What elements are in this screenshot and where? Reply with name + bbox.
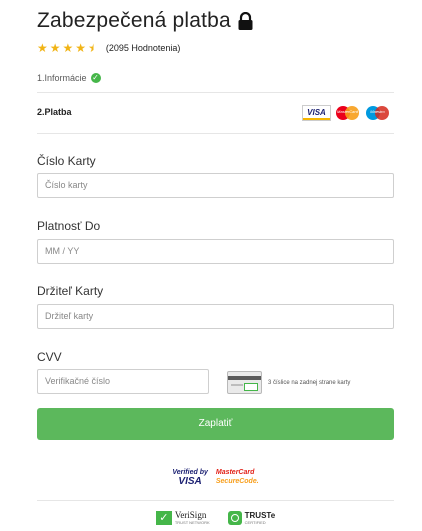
mastercard-securecode-logo: MasterCard SecureCode. bbox=[215, 469, 259, 485]
divider bbox=[37, 133, 394, 134]
card-back-icon bbox=[227, 371, 262, 394]
page-title: Zabezpečená platba bbox=[37, 9, 231, 32]
half-star-icon: ★ bbox=[88, 41, 99, 55]
verified-by-visa-logo: Verified by VISA bbox=[172, 469, 208, 487]
star-icon: ★ bbox=[37, 41, 48, 55]
star-icon: ★ bbox=[62, 41, 74, 55]
cvv-label: CVV bbox=[37, 350, 62, 364]
star-icon: ★ bbox=[75, 41, 87, 55]
expiry-label: Platnosť Do bbox=[37, 219, 101, 233]
card-number-label: Číslo Karty bbox=[37, 154, 96, 168]
star-rating: ★ ★ ★ ★ ★ bbox=[37, 42, 101, 54]
accepted-cards: VISA MasterCard Maestro bbox=[302, 105, 394, 121]
maestro-logo-icon: Maestro bbox=[364, 105, 391, 121]
check-icon: ✓ bbox=[90, 73, 101, 83]
rating-count: (2095 Hodnotenia) bbox=[105, 43, 181, 53]
lock-icon bbox=[238, 11, 253, 30]
trust-seals: ✓ VeriSign TRUST NETWORK TRUSTe CERTIFIE… bbox=[37, 510, 394, 525]
cvv-hint: 3 číslice na zadnej strane karty bbox=[227, 371, 350, 394]
card-number-input[interactable]: Číslo karty bbox=[37, 173, 394, 198]
security-badges: Verified by VISA MasterCard SecureCode. bbox=[37, 468, 394, 487]
verisign-seal: ✓ VeriSign TRUST NETWORK bbox=[155, 510, 210, 525]
truste-seal: TRUSTe CERTIFIED bbox=[227, 510, 275, 525]
card-holder-input[interactable]: Držiteľ karty bbox=[37, 304, 394, 329]
star-icon: ★ bbox=[49, 41, 61, 55]
step-information-label: 1.Informácie bbox=[37, 73, 87, 83]
step-information[interactable]: 1.Informácie ✓ bbox=[37, 73, 101, 83]
rating: ★ ★ ★ ★ ★ (2095 Hodnotenia) bbox=[37, 42, 180, 54]
divider bbox=[37, 500, 394, 501]
title-row: Zabezpečená platba bbox=[37, 9, 254, 33]
cvv-hint-text: 3 číslice na zadnej strane karty bbox=[268, 379, 351, 386]
card-holder-label: Držiteľ Karty bbox=[37, 284, 104, 298]
pay-button[interactable]: Zaplatiť bbox=[37, 408, 394, 440]
visa-logo-icon: VISA bbox=[302, 105, 331, 121]
cvv-input[interactable]: Verifikačné číslo bbox=[37, 369, 209, 394]
truste-icon bbox=[227, 510, 242, 525]
expiry-input[interactable]: MM / YY bbox=[37, 239, 394, 264]
checkmark-icon: ✓ bbox=[155, 510, 172, 525]
step-payment-label: 2.Platba bbox=[37, 107, 72, 117]
mastercard-logo-icon: MasterCard bbox=[334, 105, 361, 121]
divider bbox=[37, 92, 394, 93]
